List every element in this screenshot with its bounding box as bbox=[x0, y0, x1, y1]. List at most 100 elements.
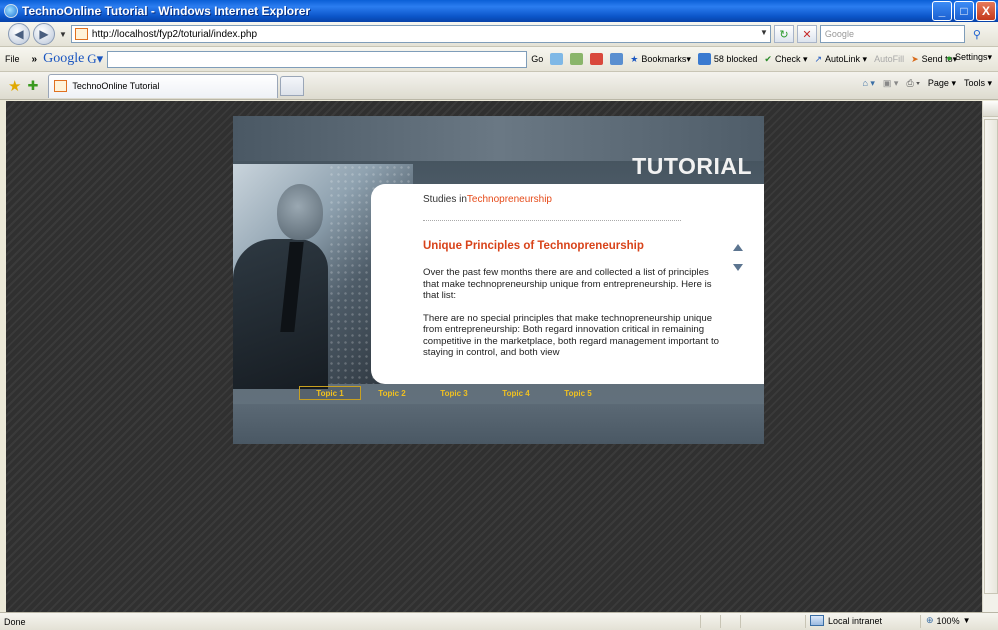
zoom-level: 100% bbox=[936, 615, 960, 626]
photo-figure-body bbox=[233, 239, 328, 389]
favorites-star-icon[interactable]: ★ bbox=[8, 77, 21, 95]
security-zone[interactable]: Local intranet bbox=[810, 615, 882, 626]
address-url: http://localhost/fyp2/toturial/index.php bbox=[91, 28, 258, 40]
popup-blocker-button[interactable]: 58 blocked bbox=[697, 53, 758, 65]
address-tools: ↻ ✕ bbox=[773, 25, 817, 43]
minimize-button[interactable]: _ bbox=[932, 1, 952, 21]
go-label: Go bbox=[531, 54, 544, 64]
command-bar: ⌂ ▾ ▣ ▾ ⎙ ▾ Page ▾ Tools ▾ bbox=[862, 78, 992, 89]
window-controls: _ □ X bbox=[932, 1, 996, 21]
status-separator bbox=[740, 615, 741, 628]
spellcheck-button[interactable]: ✔ Check ▾ bbox=[764, 54, 807, 65]
autolink-button[interactable]: ↗ AutoLink ▾ bbox=[814, 54, 867, 65]
autofill-label: AutoFill bbox=[874, 54, 905, 64]
studies-heading: Studies inTechnopreneurship bbox=[423, 194, 552, 205]
scrollbar-thumb[interactable] bbox=[984, 119, 998, 594]
add-favorites-icon[interactable]: ✚ bbox=[27, 78, 38, 94]
status-separator bbox=[920, 615, 921, 628]
status-separator bbox=[720, 615, 721, 628]
lesson-title: Unique Principles of Technopreneurship bbox=[423, 240, 644, 252]
back-button[interactable]: ◀ bbox=[8, 23, 30, 45]
maximize-button[interactable]: □ bbox=[954, 1, 974, 21]
go-button[interactable]: Go bbox=[531, 54, 543, 64]
scroll-up-arrow-icon[interactable] bbox=[733, 244, 743, 251]
window-title: TechnoOnline Tutorial - Windows Internet… bbox=[22, 4, 311, 18]
google-search-input[interactable] bbox=[107, 50, 528, 68]
feeds-icon[interactable]: ▣ ▾ bbox=[883, 78, 899, 89]
autofill-button[interactable]: AutoFill bbox=[874, 54, 904, 64]
google-toolbar-right: ● Settings▾ bbox=[947, 52, 992, 63]
bookmarks-label: Bookmarks▾ bbox=[641, 53, 691, 64]
search-icon[interactable]: ⚲ bbox=[968, 25, 986, 43]
refresh-button[interactable]: ↻ bbox=[773, 25, 794, 43]
tab-row: ★ ✚ TechnoOnline Tutorial ⌂ ▾ ▣ ▾ ⎙ ▾ Pa… bbox=[0, 72, 998, 100]
tools-menu[interactable]: Tools ▾ bbox=[964, 78, 992, 89]
print-icon[interactable]: ⎙ ▾ bbox=[906, 78, 919, 89]
google-logo: Google bbox=[43, 51, 85, 66]
address-input[interactable]: http://localhost/fyp2/toturial/index.php… bbox=[70, 25, 771, 43]
tab-label: TechnoOnline Tutorial bbox=[72, 81, 160, 91]
address-dropdown-icon[interactable]: ▼ bbox=[760, 28, 768, 37]
stop-button[interactable]: ✕ bbox=[796, 25, 817, 43]
star-icon: ★ bbox=[630, 53, 639, 64]
studies-highlight: Technopreneurship bbox=[466, 194, 552, 205]
lesson-paragraph: There are no special principles that mak… bbox=[423, 312, 719, 359]
status-bar: Done Local intranet ⊕ 100% ▼ bbox=[0, 612, 998, 630]
status-separator bbox=[805, 615, 806, 628]
menu-chevron-icon[interactable]: » bbox=[32, 54, 38, 65]
tutorial-header: TUTORIAL bbox=[632, 153, 752, 179]
studies-prefix: Studies in bbox=[423, 194, 467, 205]
scrollbar-up-button[interactable] bbox=[983, 101, 998, 117]
close-button[interactable]: X bbox=[976, 1, 996, 21]
page-menu[interactable]: Page ▾ bbox=[928, 78, 956, 89]
search-input[interactable]: Google bbox=[819, 25, 965, 43]
blocked-icon bbox=[697, 53, 711, 65]
intranet-icon bbox=[810, 615, 824, 626]
topic-5-button[interactable]: Topic 5 bbox=[547, 386, 609, 400]
file-menu[interactable]: File bbox=[5, 54, 20, 64]
autolink-icon: ↗ bbox=[814, 53, 823, 64]
settings-icon: ● bbox=[946, 52, 952, 63]
toolbar-button-icon[interactable] bbox=[610, 53, 624, 65]
zoom-icon: ⊕ bbox=[926, 615, 934, 625]
address-toolbar: ◀ ▶ ▼ http://localhost/fyp2/toturial/ind… bbox=[0, 22, 998, 47]
topic-4-button[interactable]: Topic 4 bbox=[485, 386, 547, 400]
ie-logo-icon bbox=[4, 4, 18, 18]
panel-footer-band bbox=[233, 404, 764, 444]
send-icon: ➤ bbox=[911, 53, 919, 64]
toolbar-button-icon[interactable] bbox=[570, 53, 584, 65]
forward-button[interactable]: ▶ bbox=[33, 23, 55, 45]
topic-2-button[interactable]: Topic 2 bbox=[361, 386, 423, 400]
google-toolbar: File » Google G▾ Go ★ Bookmarks▾ 58 block… bbox=[0, 47, 998, 72]
photo-figure-head bbox=[277, 184, 323, 240]
google-menu-button[interactable]: G▾ bbox=[87, 51, 103, 67]
window-title-bar: TechnoOnline Tutorial - Windows Internet… bbox=[0, 0, 998, 22]
page-icon bbox=[54, 80, 68, 92]
blocked-label: 58 blocked bbox=[713, 54, 758, 64]
lesson-body: Over the past few months there are and c… bbox=[423, 267, 723, 377]
zoom-control[interactable]: ⊕ 100% ▼ bbox=[926, 615, 971, 626]
bookmarks-button[interactable]: ★ Bookmarks▾ bbox=[630, 54, 691, 65]
divider bbox=[423, 220, 681, 221]
status-separator bbox=[700, 615, 701, 628]
new-tab-button[interactable] bbox=[280, 75, 305, 96]
home-icon[interactable]: ⌂ ▾ bbox=[862, 78, 874, 89]
vertical-scrollbar[interactable] bbox=[982, 101, 998, 612]
page-viewport: TUTORIAL Studies inTechnopreneurship Uni… bbox=[6, 101, 982, 612]
status-text: Done bbox=[4, 616, 26, 627]
history-dropdown-icon[interactable]: ▼ bbox=[59, 30, 67, 39]
tab-technoonline-tutorial[interactable]: TechnoOnline Tutorial bbox=[48, 73, 279, 98]
scroll-down-arrow-icon[interactable] bbox=[733, 264, 743, 271]
tutorial-panel: TUTORIAL Studies inTechnopreneurship Uni… bbox=[233, 116, 764, 444]
topic-3-button[interactable]: Topic 3 bbox=[423, 386, 485, 400]
topic-navigation: Topic 1 Topic 2 Topic 3 Topic 4 Topic 5 bbox=[299, 386, 609, 400]
topic-1-button[interactable]: Topic 1 bbox=[299, 386, 361, 400]
toolbar-button-icon[interactable] bbox=[550, 53, 564, 65]
mail-icon[interactable] bbox=[590, 53, 604, 65]
zoom-dropdown-icon: ▼ bbox=[962, 616, 971, 625]
zone-label: Local intranet bbox=[828, 615, 883, 626]
check-label: Check ▾ bbox=[774, 53, 808, 64]
settings-button[interactable]: ● Settings▾ bbox=[947, 52, 992, 63]
lesson-card: Studies inTechnopreneurship Unique Princ… bbox=[371, 184, 764, 384]
page-icon bbox=[74, 28, 88, 40]
